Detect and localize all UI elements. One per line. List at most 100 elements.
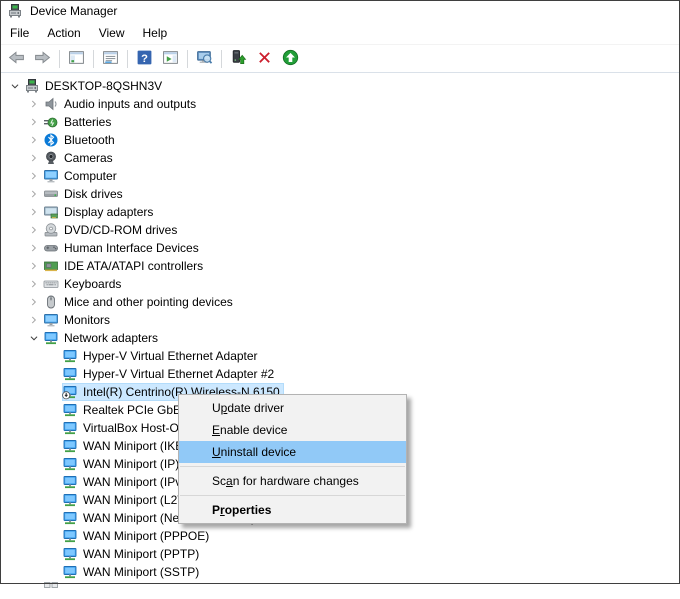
chevron-down-icon[interactable] <box>6 78 24 94</box>
tree-item-hyper-v-virtual-ethernet-adapter[interactable]: Hyper-V Virtual Ethernet Adapter <box>0 347 680 365</box>
help-button[interactable]: ? <box>132 47 157 70</box>
accelerator-key: r <box>220 503 225 517</box>
update-driver-button[interactable] <box>278 47 303 70</box>
accelerator-key: a <box>226 474 233 488</box>
chevron-right-icon[interactable] <box>25 150 43 166</box>
network-icon <box>62 438 78 454</box>
menu-item-update-driver[interactable]: Update driver <box>179 397 406 419</box>
context-menu-separator <box>180 495 405 496</box>
chevron-right-icon[interactable] <box>25 294 43 310</box>
tree-item-wan-miniport-pppoe[interactable]: WAN Miniport (PPPOE) <box>0 527 680 545</box>
context-menu: Update driver Enable device Uninstall devi… <box>178 394 407 524</box>
tree-item-hyper-v-virtual-ethernet-adapter-2[interactable]: Hyper-V Virtual Ethernet Adapter #2 <box>0 365 680 383</box>
chevron-right-icon[interactable] <box>25 132 43 148</box>
console-tree-button[interactable] <box>64 47 89 70</box>
chevron-right-icon[interactable] <box>25 276 43 292</box>
network-icon <box>62 402 78 418</box>
chevron-right-icon[interactable] <box>25 186 43 202</box>
row-content: WAN Miniport (IP) <box>62 455 183 473</box>
action-pane-button[interactable] <box>158 47 183 70</box>
menu-view[interactable]: View <box>90 23 134 43</box>
tree-item-wan-miniport-sstp[interactable]: WAN Miniport (SSTP) <box>0 563 680 581</box>
forward-button[interactable] <box>30 47 55 70</box>
row-content: Human Interface Devices <box>43 239 203 257</box>
tree-item-label: IDE ATA/ATAPI controllers <box>64 259 204 273</box>
action-pane-icon <box>162 49 179 69</box>
toolbar-separator <box>59 49 60 68</box>
menu-action[interactable]: Action <box>38 23 89 43</box>
tree-item-bluetooth[interactable]: Bluetooth <box>0 131 680 149</box>
uninstall-device-button[interactable] <box>252 47 277 70</box>
keyboard-icon <box>43 276 59 292</box>
mouse-icon <box>43 294 59 310</box>
menu-item-enable-device[interactable]: Enable device <box>179 419 406 441</box>
row-content: IDE ATA/ATAPI controllers <box>43 257 207 275</box>
tree-item-human-interface-devices[interactable]: Human Interface Devices <box>0 239 680 257</box>
window-title: Device Manager <box>30 4 118 18</box>
toolbar-separator <box>187 49 188 68</box>
menu-help[interactable]: Help <box>134 23 177 43</box>
hid-icon <box>43 240 59 256</box>
tree-item-mice-and-other-pointing-devices[interactable]: Mice and other pointing devices <box>0 293 680 311</box>
chevron-right-icon[interactable] <box>25 312 43 328</box>
menu-file[interactable]: File <box>1 23 38 43</box>
row-content: Monitors <box>43 311 114 329</box>
tree-item-label: DVD/CD-ROM drives <box>64 223 178 237</box>
network-icon <box>43 330 59 346</box>
accelerator-key: p <box>220 401 228 415</box>
row-content: Bluetooth <box>43 131 119 149</box>
row-content: Network adapters <box>43 329 162 347</box>
network-icon <box>62 366 78 382</box>
battery-icon <box>43 114 59 130</box>
tree-item-dvd-cd-rom-drives[interactable]: DVD/CD-ROM drives <box>0 221 680 239</box>
tree-item-computer[interactable]: Computer <box>0 167 680 185</box>
help-icon: ? <box>136 49 153 69</box>
scan-hardware-button[interactable] <box>192 47 217 70</box>
row-content: DESKTOP-8QSHN3V <box>24 77 166 95</box>
chevron-right-icon[interactable] <box>25 222 43 238</box>
tree-item-cameras[interactable]: Cameras <box>0 149 680 167</box>
monitor-icon <box>43 312 59 328</box>
network-icon <box>62 456 78 472</box>
chevron-right-icon[interactable] <box>25 168 43 184</box>
tree-item-network-adapters[interactable]: Network adapters <box>0 329 680 347</box>
chevron-down-icon[interactable] <box>25 330 43 346</box>
chevron-right-icon[interactable] <box>25 258 43 274</box>
row-content: Keyboards <box>43 275 125 293</box>
tree-item-batteries[interactable]: Batteries <box>0 113 680 131</box>
row-content: DVD/CD-ROM drives <box>43 221 181 239</box>
chevron-right-icon[interactable] <box>25 96 43 112</box>
row-content: Mice and other pointing devices <box>43 293 237 311</box>
menu-item-uninstall-device[interactable]: Uninstall device <box>179 441 406 463</box>
enable-device-button[interactable] <box>226 47 251 70</box>
network-icon <box>62 528 78 544</box>
tree-item-label: Monitors <box>64 313 111 327</box>
tree-item-desktop-8qshn3v[interactable]: DESKTOP-8QSHN3V <box>0 77 680 95</box>
tree-item-ide-ata-atapi-controllers[interactable]: IDE ATA/ATAPI controllers <box>0 257 680 275</box>
chevron-right-icon[interactable] <box>25 204 43 220</box>
back-button[interactable] <box>4 47 29 70</box>
tree-item-label: WAN Miniport (IPv6) <box>83 475 192 489</box>
partial-icon <box>43 582 59 598</box>
menu-item-properties[interactable]: Properties <box>179 499 406 521</box>
tree-item-label: Display adapters <box>64 205 154 219</box>
chevron-right-icon[interactable] <box>25 240 43 256</box>
row-content: Batteries <box>43 113 115 131</box>
tree-item-wan-miniport-pptp[interactable]: WAN Miniport (PPTP) <box>0 545 680 563</box>
tree-item-disk-drives[interactable]: Disk drives <box>0 185 680 203</box>
ide-icon <box>43 258 59 274</box>
menu-item-scan-for-hardware-changes[interactable]: Scan for hardware changes <box>179 470 406 492</box>
tree-item-label: Bluetooth <box>64 133 115 147</box>
tree-item-monitors[interactable]: Monitors <box>0 311 680 329</box>
camera-icon <box>43 150 59 166</box>
tree-item-audio-inputs-and-outputs[interactable]: Audio inputs and outputs <box>0 95 680 113</box>
row-content: WAN Miniport (SSTP) <box>62 563 203 581</box>
properties-button[interactable] <box>98 47 123 70</box>
tree-item-keyboards[interactable]: Keyboards <box>0 275 680 293</box>
chevron-right-icon[interactable] <box>25 114 43 130</box>
tree-item-display-adapters[interactable]: Display adapters <box>0 203 680 221</box>
